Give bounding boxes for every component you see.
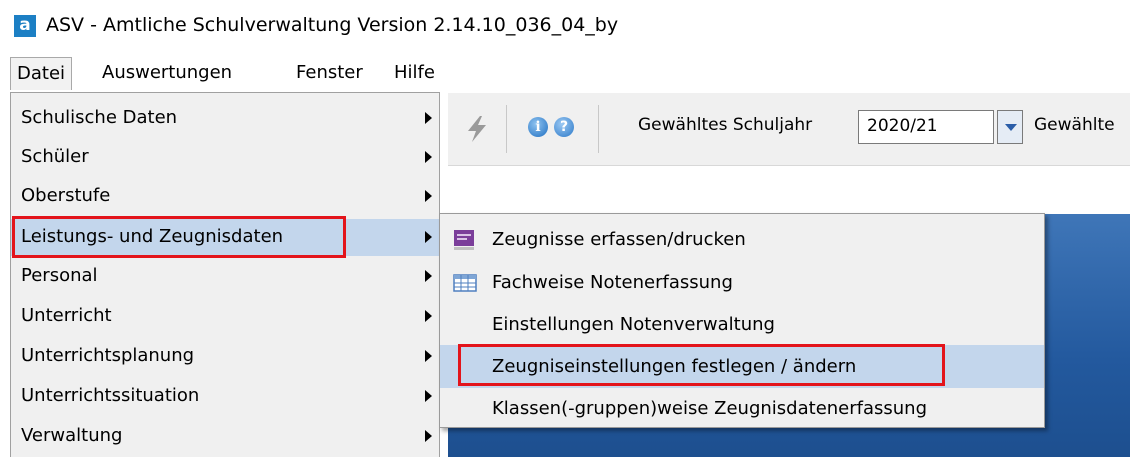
submenu-arrow-icon <box>425 430 432 442</box>
menu-item-label: Schulische Daten <box>21 107 178 128</box>
submenu-arrow-icon <box>425 231 432 243</box>
submenu-item-label: Zeugnisse erfassen/drucken <box>492 229 746 250</box>
submenu-item-zeugniseinstellungen[interactable]: Zeugniseinstellungen festlegen / ändern <box>440 345 1044 388</box>
menu-item-label: Unterrichtssituation <box>21 385 200 406</box>
title-bar: a ASV - Amtliche Schulverwaltung Version… <box>0 0 1130 52</box>
menu-item-schulische-daten[interactable]: Schulische Daten <box>11 101 439 137</box>
window-title: ASV - Amtliche Schulverwaltung Version 2… <box>46 14 619 36</box>
submenu-arrow-icon <box>425 151 432 163</box>
info-icon[interactable]: i <box>528 117 548 137</box>
menu-item-unterrichtssituation[interactable]: Unterrichtssituation <box>11 379 439 415</box>
menu-item-label: Verwaltung <box>21 425 123 446</box>
app-logo-icon: a <box>14 15 36 37</box>
datei-dropdown-menu: Schulische Daten Schüler Oberstufe Leist… <box>10 92 440 457</box>
help-icon[interactable]: ? <box>554 117 574 137</box>
school-year-label: Gewähltes Schuljahr <box>638 115 813 135</box>
chevron-down-icon[interactable] <box>997 110 1023 144</box>
menu-item-label: Leistungs- und Zeugnisdaten <box>21 226 284 247</box>
leistungs-submenu: Zeugnisse erfassen/drucken Fachweise Not… <box>439 213 1045 428</box>
table-icon <box>453 274 477 292</box>
submenu-item-label: Einstellungen Notenverwaltung <box>492 314 775 335</box>
menu-item-leistungs-und-zeugnisdaten[interactable]: Leistungs- und Zeugnisdaten <box>11 219 439 256</box>
submenu-item-klassenweise-zeugnisdatenerfassung[interactable]: Klassen(-gruppen)weise Zeugnisdatenerfas… <box>440 387 1044 430</box>
toolbar-separator <box>598 105 599 153</box>
submenu-item-einstellungen-notenverwaltung[interactable]: Einstellungen Notenverwaltung <box>440 303 1044 346</box>
menu-auswertungen[interactable]: Auswertungen <box>96 58 238 88</box>
certificate-icon <box>454 230 474 250</box>
submenu-arrow-icon <box>425 190 432 202</box>
submenu-item-label: Fachweise Notenerfassung <box>492 272 733 293</box>
menu-item-label: Schüler <box>21 146 89 167</box>
menu-item-label: Oberstufe <box>21 185 111 206</box>
menu-item-unterricht[interactable]: Unterricht <box>11 299 439 335</box>
menu-item-oberstufe[interactable]: Oberstufe <box>11 179 439 215</box>
submenu-arrow-icon <box>425 310 432 322</box>
school-year-value: 2020/21 <box>867 116 938 136</box>
menu-item-schueler[interactable]: Schüler <box>11 140 439 176</box>
menu-item-label: Unterrichtsplanung <box>21 345 195 366</box>
menu-hilfe[interactable]: Hilfe <box>388 58 441 88</box>
submenu-item-zeugnisse-erfassen[interactable]: Zeugnisse erfassen/drucken <box>440 218 1044 261</box>
school-year-select[interactable]: 2020/21 <box>858 110 1023 144</box>
menu-item-label: Unterricht <box>21 305 112 326</box>
submenu-arrow-icon <box>425 112 432 124</box>
toolbar-separator <box>506 105 507 153</box>
menu-item-label: Personal <box>21 265 98 286</box>
menu-bar: Datei Auswertungen Fenster Hilfe <box>0 52 1130 92</box>
toolbar: i ? Gewähltes Schuljahr 2020/21 Gewählte <box>448 93 1130 166</box>
menu-datei[interactable]: Datei <box>10 57 73 90</box>
submenu-arrow-icon <box>425 270 432 282</box>
submenu-item-label: Klassen(-gruppen)weise Zeugnisdatenerfas… <box>492 398 928 419</box>
submenu-arrow-icon <box>425 390 432 402</box>
menu-item-verwaltung[interactable]: Verwaltung <box>11 419 439 455</box>
submenu-item-label: Zeugniseinstellungen festlegen / ändern <box>492 356 857 377</box>
menu-fenster[interactable]: Fenster <box>290 58 369 88</box>
submenu-item-fachweise-notenerfassung[interactable]: Fachweise Notenerfassung <box>440 261 1044 304</box>
menu-item-unterrichtsplanung[interactable]: Unterrichtsplanung <box>11 339 439 375</box>
submenu-arrow-icon <box>425 350 432 362</box>
lightning-icon[interactable] <box>464 115 490 143</box>
menu-item-personal[interactable]: Personal <box>11 259 439 295</box>
truncated-label: Gewählte <box>1034 115 1115 135</box>
